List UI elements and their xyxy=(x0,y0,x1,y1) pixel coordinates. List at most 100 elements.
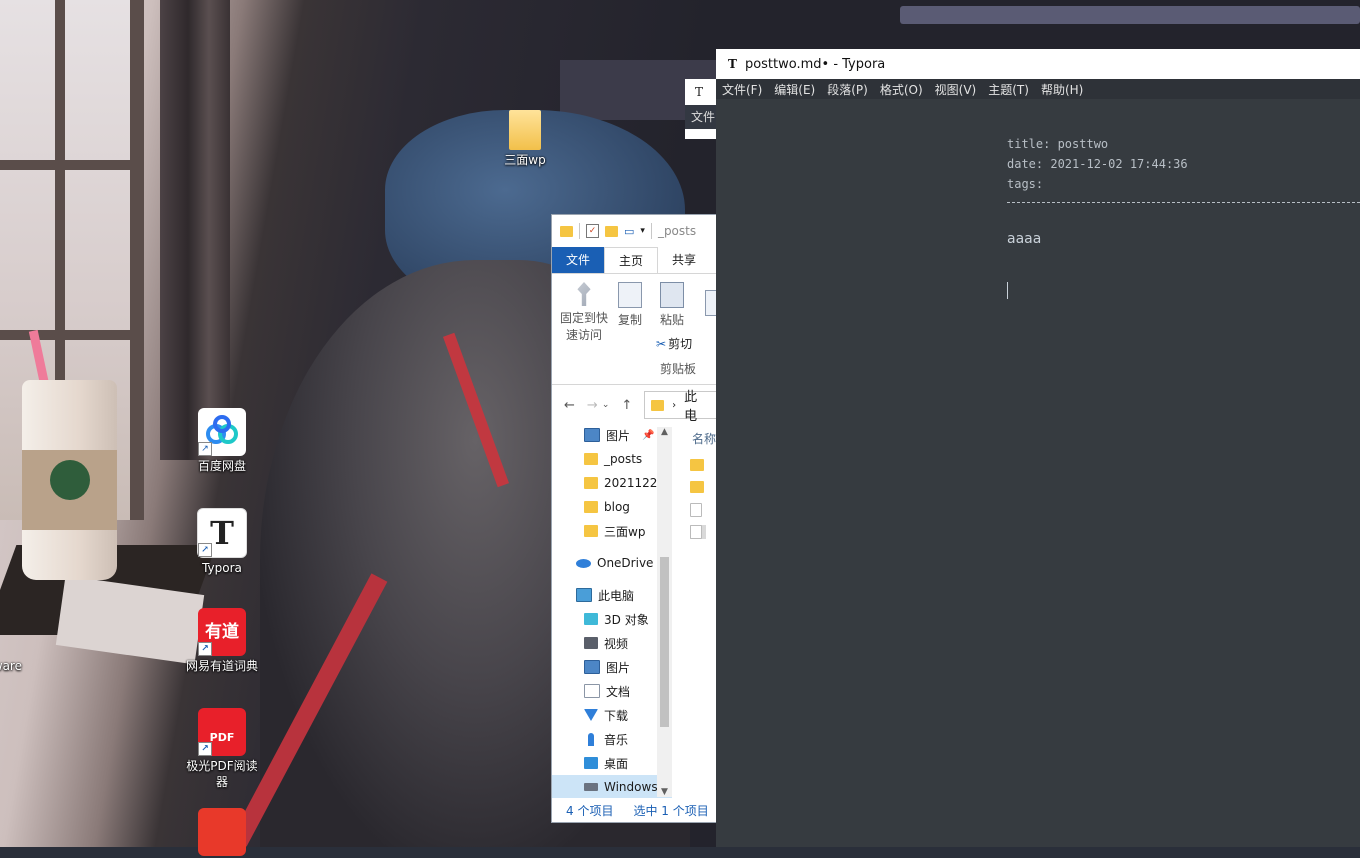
wallpaper-rail xyxy=(900,6,1360,24)
chevron-down-icon[interactable]: ▾ xyxy=(640,226,645,236)
nav-item-3d-objects[interactable]: 3D 对象 xyxy=(552,607,672,631)
paste-button[interactable]: 粘贴 xyxy=(658,282,686,329)
nav-item-label: 图片 xyxy=(606,428,631,443)
title-bar: T posttwo.md• - Typora xyxy=(716,49,1360,79)
nav-item-pictures-pinned[interactable]: 图片 📌 xyxy=(552,423,672,447)
windows-drive-icon xyxy=(584,783,598,791)
list-item[interactable] xyxy=(690,503,706,517)
breadcrumb[interactable]: 此电 xyxy=(684,386,710,424)
back-arrow-icon[interactable]: ← xyxy=(564,398,575,413)
pictures-icon xyxy=(584,428,600,442)
scrollbar-thumb[interactable] xyxy=(660,557,669,727)
folder-icon xyxy=(584,453,598,465)
menu-help[interactable]: 帮助(H) xyxy=(1041,81,1083,98)
menu-theme[interactable]: 主题(T) xyxy=(988,81,1029,98)
copy-button[interactable]: 复制 xyxy=(616,282,644,329)
pin-label-line-2: 速访问 xyxy=(565,328,602,342)
address-bar-row: ← → ⌄ ↑ › 此电 xyxy=(552,385,717,425)
scroll-down-icon[interactable]: ▼ xyxy=(657,787,672,797)
status-bar: 4 个项目 选中 1 个项目 xyxy=(552,798,717,822)
menu-paragraph[interactable]: 段落(P) xyxy=(827,81,868,98)
desktop-icon-label: 三面wp xyxy=(504,153,546,167)
background-typora-window[interactable]: T 文件 xyxy=(685,79,717,139)
recent-locations-chevron-icon[interactable]: ⌄ xyxy=(602,400,610,410)
up-arrow-icon[interactable]: ↑ xyxy=(621,398,632,413)
breadcrumb-chevron-icon: › xyxy=(672,399,677,411)
list-item[interactable] xyxy=(690,525,706,539)
toolbar-separator xyxy=(650,223,652,239)
nav-item-2021122[interactable]: 2021122 xyxy=(552,471,672,495)
nav-item-documents[interactable]: 文档 xyxy=(552,679,672,703)
nav-item-posts[interactable]: _posts xyxy=(552,447,672,471)
scroll-up-icon[interactable]: ▲ xyxy=(657,427,672,437)
desktop-icon-ware[interactable]: ware xyxy=(0,608,40,674)
desktop-icon-youdao-dict[interactable]: 有道 ↗ 网易有道词典 xyxy=(182,608,262,674)
file-list-pane: 名称 xyxy=(678,423,717,798)
cut-button[interactable]: ✂ 剪切 xyxy=(656,336,692,353)
desktop-icon-sanmian-wp[interactable]: 三面wp xyxy=(485,110,565,168)
tab-share[interactable]: 共享 xyxy=(658,247,710,273)
menu-view[interactable]: 视图(V) xyxy=(935,81,977,98)
selected-count: 选中 1 个项目 xyxy=(633,803,709,818)
file-explorer-window[interactable]: ✓ ▭ ▾ _posts 文件 主页 共享 固定到快 速访问 复制 粘贴 ✂ 剪… xyxy=(551,214,718,823)
app-icon xyxy=(0,608,24,656)
desktop-icon-baidu-netdisk[interactable]: ↗ 百度网盘 xyxy=(182,408,262,474)
desktop-icon-label: Typora xyxy=(202,561,242,575)
pin-to-quick-access-button[interactable]: 固定到快 速访问 xyxy=(558,282,610,344)
forward-arrow-icon[interactable]: → xyxy=(587,398,598,413)
desktop-icon-typora[interactable]: T ↗ Typora xyxy=(182,508,262,576)
pictures-icon xyxy=(584,660,600,674)
editor-area[interactable]: title: posttwo date: 2021-12-02 17:44:36… xyxy=(716,99,1360,847)
typora-window[interactable]: T posttwo.md• - Typora 文件(F) 编辑(E) 段落(P)… xyxy=(716,49,1360,847)
nav-item-sanmian-wp[interactable]: 三面wp xyxy=(552,519,672,543)
nav-item-downloads[interactable]: 下载 xyxy=(552,703,672,727)
properties-icon[interactable]: ✓ xyxy=(586,224,599,238)
nav-item-onedrive[interactable]: OneDrive xyxy=(552,551,672,575)
pdf-file-icon xyxy=(690,503,702,517)
nav-item-pictures[interactable]: 图片 xyxy=(552,655,672,679)
navigation-scrollbar[interactable]: ▲ ▼ xyxy=(657,427,672,797)
nav-item-windows-drive[interactable]: Windows xyxy=(552,775,672,798)
nav-item-blog[interactable]: blog xyxy=(552,495,672,519)
nav-item-label: OneDrive xyxy=(597,556,654,570)
nav-item-desktop[interactable]: 桌面 xyxy=(552,751,672,775)
clipboard-group-label: 剪贴板 xyxy=(660,362,697,376)
front-matter-block[interactable]: title: posttwo date: 2021-12-02 17:44:36… xyxy=(1007,134,1188,194)
youdao-dict-icon: 有道 ↗ xyxy=(198,608,246,656)
paste-icon xyxy=(660,282,684,308)
scissors-icon: ✂ xyxy=(656,337,667,351)
window-title: posttwo.md• - Typora xyxy=(744,56,886,72)
nav-item-music[interactable]: 音乐 xyxy=(552,727,672,751)
app-icon xyxy=(198,808,246,856)
list-item[interactable] xyxy=(690,459,706,473)
list-item[interactable] xyxy=(690,481,706,495)
tab-file[interactable]: 文件 xyxy=(552,247,605,273)
ribbon-clipboard-group: 固定到快 速访问 复制 粘贴 ✂ 剪切 剪贴板 xyxy=(552,273,717,385)
address-box[interactable]: › 此电 xyxy=(644,390,717,424)
nav-item-this-pc[interactable]: 此电脑 xyxy=(552,583,672,607)
nav-item-videos[interactable]: 视频 xyxy=(552,631,672,655)
menu-file[interactable]: 文件(F) xyxy=(722,81,762,98)
desktop-icon-label: 网易有道词典 xyxy=(185,659,258,673)
nav-item-label: 视频 xyxy=(604,636,629,651)
toolbar-separator xyxy=(579,223,580,239)
menu-format[interactable]: 格式(O) xyxy=(880,81,923,98)
desktop-icon-app[interactable] xyxy=(182,808,262,858)
body-paragraph[interactable]: aaaa xyxy=(1007,231,1041,247)
nav-item-label: 下载 xyxy=(604,708,629,723)
pdf-reader-icon: PDF ↗ xyxy=(198,708,246,756)
background-typora-menu-file[interactable]: 文件 xyxy=(685,105,717,129)
folder-icon xyxy=(690,481,704,493)
column-header-name[interactable]: 名称 xyxy=(692,430,716,447)
folder-icon[interactable] xyxy=(560,225,573,237)
documents-icon xyxy=(584,684,600,698)
front-matter-divider xyxy=(1007,202,1360,203)
tab-home[interactable]: 主页 xyxy=(604,247,659,273)
3d-objects-icon xyxy=(584,613,598,625)
rename-icon[interactable]: ▭ xyxy=(624,225,634,238)
menu-edit[interactable]: 编辑(E) xyxy=(774,81,815,98)
desktop-icon-label: 百度网盘 xyxy=(197,459,246,473)
new-folder-icon[interactable] xyxy=(605,225,618,237)
desktop-icon-pdf-reader[interactable]: PDF ↗ 极光PDF阅读器 xyxy=(182,708,262,790)
copy-label: 复制 xyxy=(617,313,642,327)
